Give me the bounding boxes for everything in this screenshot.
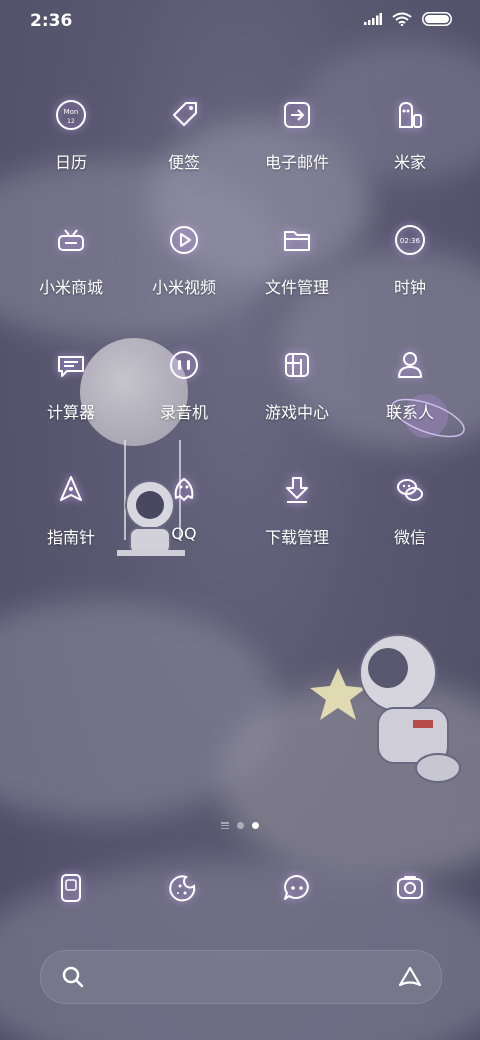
home-icon — [399, 101, 422, 128]
wechat-icon — [397, 479, 423, 501]
app-file-manager[interactable]: 文件管理 — [242, 220, 352, 298]
game-center-icon — [285, 353, 309, 377]
app-label: 时钟 — [393, 278, 426, 297]
battery-icon — [422, 12, 452, 26]
app-label: 电子邮件 — [264, 153, 329, 172]
app-mijia[interactable]: 米家 — [355, 95, 465, 173]
status-time: 2:36 — [30, 11, 73, 31]
dock-app-camera[interactable] — [355, 868, 465, 908]
dock-app-messages[interactable] — [242, 868, 352, 908]
app-calendar[interactable]: Mon 12 日历 — [16, 95, 126, 173]
phone-icon — [61, 874, 81, 902]
app-email[interactable]: 电子邮件 — [242, 95, 352, 173]
svg-text:12: 12 — [67, 118, 75, 125]
app-label: 小米商城 — [38, 278, 103, 297]
astronaut-star-illustration — [310, 634, 461, 783]
download-icon — [286, 477, 308, 503]
app-recorder[interactable]: 录音机 — [129, 345, 239, 423]
wifi-icon — [392, 12, 412, 26]
app-label: 联系人 — [385, 403, 434, 422]
status-bar: 2:36 — [0, 0, 480, 40]
page-dot-active — [252, 822, 259, 829]
dock — [0, 868, 480, 912]
app-clock[interactable]: 02:36 时钟 — [355, 220, 465, 298]
search-bar[interactable] — [40, 950, 442, 1004]
app-label: 米家 — [393, 153, 426, 172]
app-qq[interactable]: QQ — [129, 470, 239, 543]
signal-icon — [364, 13, 382, 25]
app-label: QQ — [171, 524, 197, 543]
app-game-center[interactable]: 游戏中心 — [242, 345, 352, 423]
app-mi-store[interactable]: 小米商城 — [16, 220, 126, 298]
app-label: 日历 — [54, 153, 87, 172]
svg-text:02:36: 02:36 — [400, 237, 421, 245]
app-label: 计算器 — [46, 403, 95, 422]
app-label: 录音机 — [159, 403, 208, 422]
app-label: 游戏中心 — [264, 403, 329, 422]
calculator-icon — [58, 356, 84, 377]
email-icon — [284, 102, 310, 128]
app-label: 便签 — [167, 153, 200, 172]
contacts-icon — [398, 352, 422, 378]
svg-text:Mon: Mon — [64, 108, 79, 116]
tag-icon — [173, 102, 197, 126]
messages-icon — [284, 875, 309, 900]
app-label: 指南针 — [46, 528, 95, 547]
app-compass[interactable]: 指南针 — [16, 470, 126, 548]
app-label: 下载管理 — [264, 528, 329, 547]
store-icon — [58, 229, 84, 251]
dock-app-phone[interactable] — [16, 868, 126, 908]
calendar-icon: Mon 12 — [56, 100, 86, 130]
folder-icon — [284, 231, 310, 251]
app-label: 小米视频 — [151, 278, 216, 297]
page-indicator-feed — [221, 822, 229, 829]
app-wechat[interactable]: 微信 — [355, 470, 465, 548]
app-contacts[interactable]: 联系人 — [355, 345, 465, 423]
camera-icon — [397, 876, 423, 899]
app-calculator[interactable]: 计算器 — [16, 345, 126, 423]
app-label: 微信 — [393, 528, 426, 547]
video-icon — [170, 226, 198, 254]
app-label: 文件管理 — [264, 278, 329, 297]
search-icon[interactable] — [61, 965, 85, 989]
app-download-manager[interactable]: 下载管理 — [242, 470, 352, 548]
page-indicator[interactable] — [0, 822, 480, 829]
page-dot — [237, 822, 244, 829]
app-mi-video[interactable]: 小米视频 — [129, 220, 239, 298]
compass-icon — [60, 476, 82, 501]
app-notes[interactable]: 便签 — [129, 95, 239, 173]
recorder-icon — [170, 351, 198, 379]
assistant-icon[interactable] — [397, 965, 423, 989]
dock-app-browser[interactable] — [129, 868, 239, 908]
qq-icon — [174, 478, 194, 501]
browser-icon — [169, 875, 196, 902]
clock-icon: 02:36 — [395, 225, 425, 255]
